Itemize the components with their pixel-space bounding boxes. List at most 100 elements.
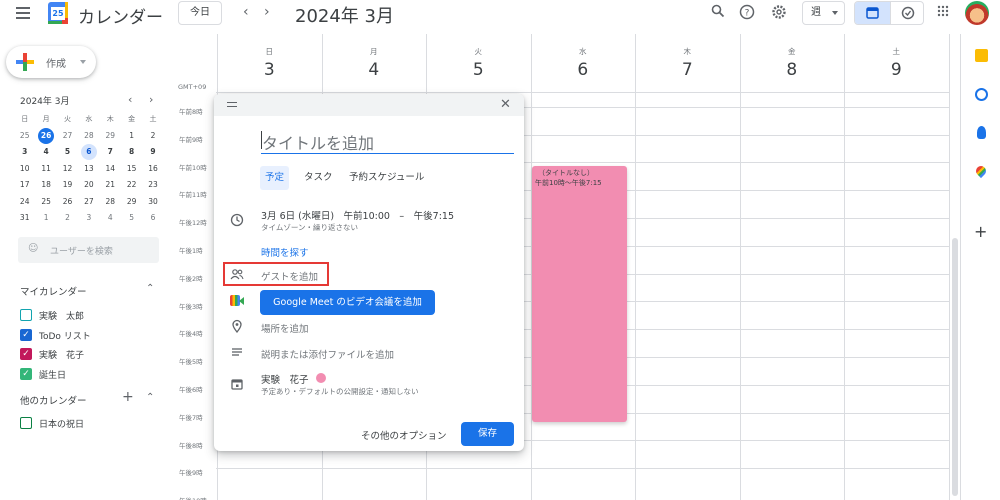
mini-day[interactable]: 3: [14, 144, 35, 161]
tasks-icon[interactable]: [975, 88, 988, 101]
mini-day[interactable]: 19: [57, 177, 78, 194]
keep-icon[interactable]: [975, 49, 988, 62]
day-number[interactable]: 3: [217, 60, 322, 80]
account-avatar[interactable]: [965, 1, 989, 25]
mini-day[interactable]: 1: [121, 128, 142, 145]
checkbox-checked-icon[interactable]: ✓: [20, 367, 32, 380]
mini-day[interactable]: 4: [35, 144, 56, 161]
mini-day[interactable]: 12: [57, 161, 78, 178]
chevron-up-icon[interactable]: ⌃: [146, 392, 154, 403]
mini-day[interactable]: 6: [78, 144, 99, 161]
mini-day[interactable]: 17: [14, 177, 35, 194]
mini-day[interactable]: 21: [100, 177, 121, 194]
find-time-link[interactable]: 時間を探す: [261, 245, 309, 259]
calendar-settings[interactable]: 予定あり・デフォルトの公開設定・通知しない: [261, 386, 419, 397]
add-description-field[interactable]: 説明または添付ファイルを追加: [261, 347, 394, 361]
calendar-view-toggle[interactable]: [855, 2, 890, 24]
close-icon[interactable]: ✕: [500, 97, 511, 112]
mini-day[interactable]: 30: [142, 194, 163, 211]
add-guests-field[interactable]: ゲストを追加: [261, 269, 318, 283]
day-header[interactable]: 火5: [426, 46, 531, 80]
apps-grid-icon[interactable]: [934, 4, 952, 22]
mini-day[interactable]: 14: [100, 161, 121, 178]
mini-day[interactable]: 8: [121, 144, 142, 161]
today-button[interactable]: 今日: [178, 1, 222, 25]
mini-day[interactable]: 26: [35, 127, 56, 145]
mini-day[interactable]: 16: [142, 161, 163, 178]
checkbox-checked-icon[interactable]: ✓: [20, 348, 32, 360]
view-select[interactable]: 週: [802, 1, 845, 25]
mini-day[interactable]: 29: [121, 194, 142, 211]
tab-event[interactable]: 予定: [260, 166, 290, 190]
timezone-repeat[interactable]: タイムゾーン・繰り返さない: [261, 222, 358, 233]
mini-day[interactable]: 1: [35, 210, 56, 227]
add-meet-button[interactable]: Google Meet のビデオ会議を追加: [260, 290, 435, 315]
next-week-icon[interactable]: ›: [264, 4, 270, 20]
event-date-time[interactable]: 3月 6日 (水曜日) 午前10:00 – 午後7:15: [261, 208, 454, 222]
prev-week-icon[interactable]: ‹: [243, 4, 249, 20]
mini-day[interactable]: 25: [14, 128, 35, 145]
add-location-field[interactable]: 場所を追加: [261, 321, 309, 335]
mini-day[interactable]: 5: [57, 144, 78, 161]
dialog-drag-bar[interactable]: ✕: [214, 94, 524, 116]
mini-day[interactable]: 4: [100, 210, 121, 227]
mini-day[interactable]: 15: [121, 161, 142, 178]
my-calendars-heading[interactable]: マイカレンダー: [20, 284, 87, 298]
mini-day[interactable]: 23: [142, 177, 163, 194]
day-header[interactable]: 金8: [740, 46, 845, 80]
tasks-view-toggle[interactable]: [890, 2, 923, 24]
other-calendars-heading[interactable]: 他のカレンダー: [20, 393, 87, 407]
mini-day[interactable]: 7: [100, 144, 121, 161]
add-calendar-plus-icon[interactable]: +: [122, 389, 134, 405]
mini-day[interactable]: 22: [121, 177, 142, 194]
mini-day[interactable]: 27: [57, 128, 78, 145]
day-number[interactable]: 5: [426, 60, 531, 80]
mini-day[interactable]: 25: [35, 194, 56, 211]
drag-handle-icon[interactable]: [227, 102, 237, 107]
mini-day[interactable]: 5: [121, 210, 142, 227]
add-addon-plus-icon[interactable]: +: [974, 222, 987, 241]
calendar-owner[interactable]: 実験 花子: [261, 372, 309, 386]
checkbox-checked-icon[interactable]: ✓: [20, 328, 32, 341]
mini-day[interactable]: 24: [14, 194, 35, 211]
create-button[interactable]: 作成: [6, 46, 96, 78]
help-icon[interactable]: ?: [738, 4, 756, 22]
maps-icon[interactable]: [973, 163, 989, 179]
checkbox-unchecked-icon[interactable]: [20, 309, 32, 321]
mini-day[interactable]: 31: [14, 210, 35, 227]
mini-day[interactable]: 28: [100, 194, 121, 211]
mini-day[interactable]: 11: [35, 161, 56, 178]
calendar-event[interactable]: （タイトルなし） 午前10時～午後7:15: [532, 166, 627, 422]
mini-day[interactable]: 9: [142, 144, 163, 161]
search-icon[interactable]: [709, 4, 727, 22]
day-number[interactable]: 8: [740, 60, 845, 80]
contacts-icon[interactable]: [977, 126, 986, 139]
mini-day[interactable]: 20: [78, 177, 99, 194]
mini-next-month-icon[interactable]: ›: [149, 93, 153, 106]
mini-day[interactable]: 18: [35, 177, 56, 194]
day-header[interactable]: 日3: [217, 46, 322, 80]
mini-day[interactable]: 28: [78, 128, 99, 145]
grid-scrollbar[interactable]: [952, 238, 958, 496]
tab-task[interactable]: タスク: [299, 166, 338, 190]
day-number[interactable]: 7: [635, 60, 740, 80]
tab-appointment-schedule[interactable]: 予約スケジュール: [344, 166, 429, 190]
day-header[interactable]: 水6: [531, 46, 636, 80]
mini-day[interactable]: 3: [78, 210, 99, 227]
mini-prev-month-icon[interactable]: ‹: [128, 93, 132, 106]
mini-day[interactable]: 2: [142, 128, 163, 145]
day-number[interactable]: 6: [531, 60, 636, 80]
day-header[interactable]: 土9: [844, 46, 949, 80]
user-search-input[interactable]: ☺ ユーザーを検索: [18, 237, 159, 263]
mini-day[interactable]: 13: [78, 161, 99, 178]
day-number[interactable]: 9: [844, 60, 949, 80]
day-header[interactable]: 月4: [322, 46, 427, 80]
save-button[interactable]: 保存: [461, 422, 514, 446]
mini-day[interactable]: 6: [142, 210, 163, 227]
more-options-button[interactable]: その他のオプション: [361, 428, 447, 442]
main-menu-icon[interactable]: [16, 7, 34, 21]
title-input[interactable]: タイトルを追加: [261, 130, 514, 154]
chevron-up-icon[interactable]: ⌃: [146, 283, 154, 294]
mini-day[interactable]: 26: [57, 194, 78, 211]
day-header[interactable]: 木7: [635, 46, 740, 80]
